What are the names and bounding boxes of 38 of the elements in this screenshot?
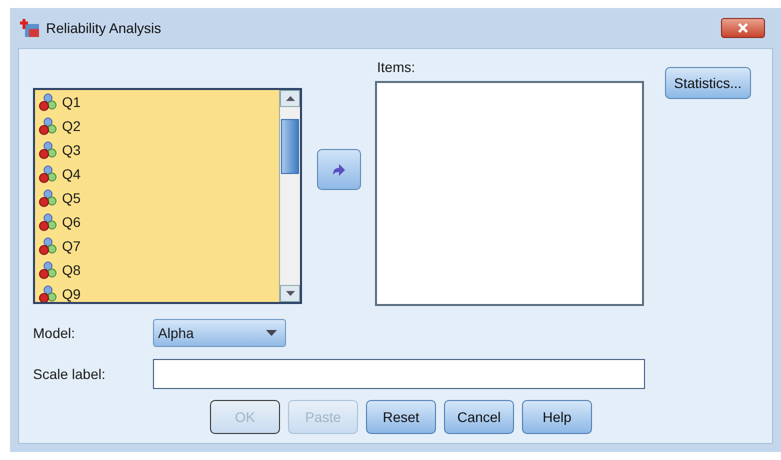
variable-item[interactable]: Q8: [62, 262, 81, 278]
close-button[interactable]: [721, 18, 765, 38]
variable-item[interactable]: Q1: [62, 94, 81, 110]
items-label: Items:: [377, 59, 416, 77]
variable-list[interactable]: Q1 Q2 Q3 Q4 Q5 Q6 Q7 Q8 Q9: [33, 88, 302, 304]
model-label: Model:: [33, 325, 76, 341]
statistics-button[interactable]: Statistics...: [665, 67, 751, 99]
variable-item[interactable]: Q2: [62, 118, 81, 134]
variable-icon: [39, 261, 57, 279]
app-icon: [20, 18, 40, 38]
variable-item[interactable]: Q3: [62, 142, 81, 158]
scale-label-field[interactable]: [153, 359, 645, 389]
dialog-button[interactable]: Reset: [366, 400, 436, 434]
arrow-right-icon: [332, 162, 346, 176]
variable-item[interactable]: Q7: [62, 238, 81, 254]
dialog-button[interactable]: Cancel: [444, 400, 514, 434]
caret-icon: [266, 330, 277, 336]
variable-icon: [39, 141, 57, 159]
variable-item[interactable]: Q4: [62, 166, 81, 182]
scale-label-label: Scale label:: [33, 366, 106, 382]
window-title: Reliability Analysis: [46, 20, 162, 36]
scroll-thumb[interactable]: [281, 119, 299, 174]
variable-icon: [39, 237, 57, 255]
variable-icon: [39, 165, 57, 183]
model-dropdown[interactable]: Alpha: [153, 319, 286, 347]
close-icon: [737, 23, 749, 33]
variable-item[interactable]: Q6: [62, 214, 81, 230]
scrollbar[interactable]: [279, 90, 300, 302]
items-list[interactable]: [375, 81, 644, 306]
variable-item[interactable]: Q5: [62, 190, 81, 206]
variable-icon: [39, 213, 57, 231]
dialog-button[interactable]: Help: [522, 400, 592, 434]
variable-item[interactable]: Q9: [62, 286, 81, 302]
variable-icon: [39, 93, 57, 111]
variable-icon: [39, 285, 57, 302]
move-right-button[interactable]: [317, 149, 361, 190]
variable-icon: [39, 189, 57, 207]
variable-icon: [39, 117, 57, 135]
